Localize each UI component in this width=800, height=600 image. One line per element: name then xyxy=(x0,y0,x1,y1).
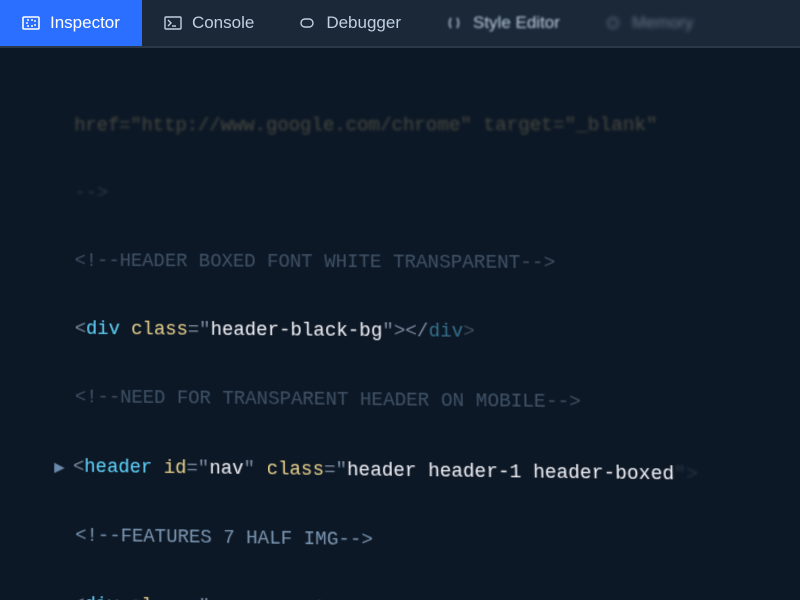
tab-label: Style Editor xyxy=(473,9,560,38)
tab-style-editor[interactable]: Style Editor xyxy=(423,0,582,46)
inspector-icon xyxy=(22,16,40,30)
tab-debugger[interactable]: Debugger xyxy=(276,0,423,46)
code-line-comment[interactable]: <!--NEED FOR TRANSPARENT HEADER ON MOBIL… xyxy=(62,380,800,425)
code-line-element[interactable]: <div class="header-black-bg"></div> xyxy=(62,312,800,355)
expand-toggle-icon[interactable]: ▼ xyxy=(54,594,73,600)
tab-label: Console xyxy=(192,9,254,38)
code-line-comment[interactable]: <!--FEATURES 7 HALF IMG--> xyxy=(63,518,800,567)
style-editor-icon xyxy=(445,16,463,30)
tab-memory[interactable]: Memory xyxy=(582,0,715,46)
tab-label: Inspector xyxy=(50,9,120,38)
console-icon xyxy=(164,16,182,30)
tab-inspector[interactable]: Inspector xyxy=(0,0,142,46)
debugger-icon xyxy=(298,16,316,30)
tab-label: Memory xyxy=(632,9,693,38)
code-line-comment[interactable]: <!--HEADER BOXED FONT WHITE TRANSPARENT-… xyxy=(62,244,800,284)
memory-icon xyxy=(604,16,622,30)
expand-toggle-icon[interactable]: ▶ xyxy=(54,456,73,480)
dom-inspector-panel[interactable]: href="http://www.google.com/chrome" targ… xyxy=(0,45,800,600)
code-line[interactable]: href="http://www.google.com/chrome" targ… xyxy=(62,107,800,144)
tab-console[interactable]: Console xyxy=(142,0,276,46)
code-line[interactable]: --> xyxy=(62,176,800,214)
tab-label: Debugger xyxy=(326,9,401,38)
code-line-element[interactable]: ▼<div class="page-section bg-gray-light … xyxy=(63,587,800,600)
devtools-tabbar: Inspector Console Debugger Style Editor … xyxy=(0,0,800,48)
code-line-element[interactable]: ▶<header id="nav" class="header header-1… xyxy=(63,449,800,496)
